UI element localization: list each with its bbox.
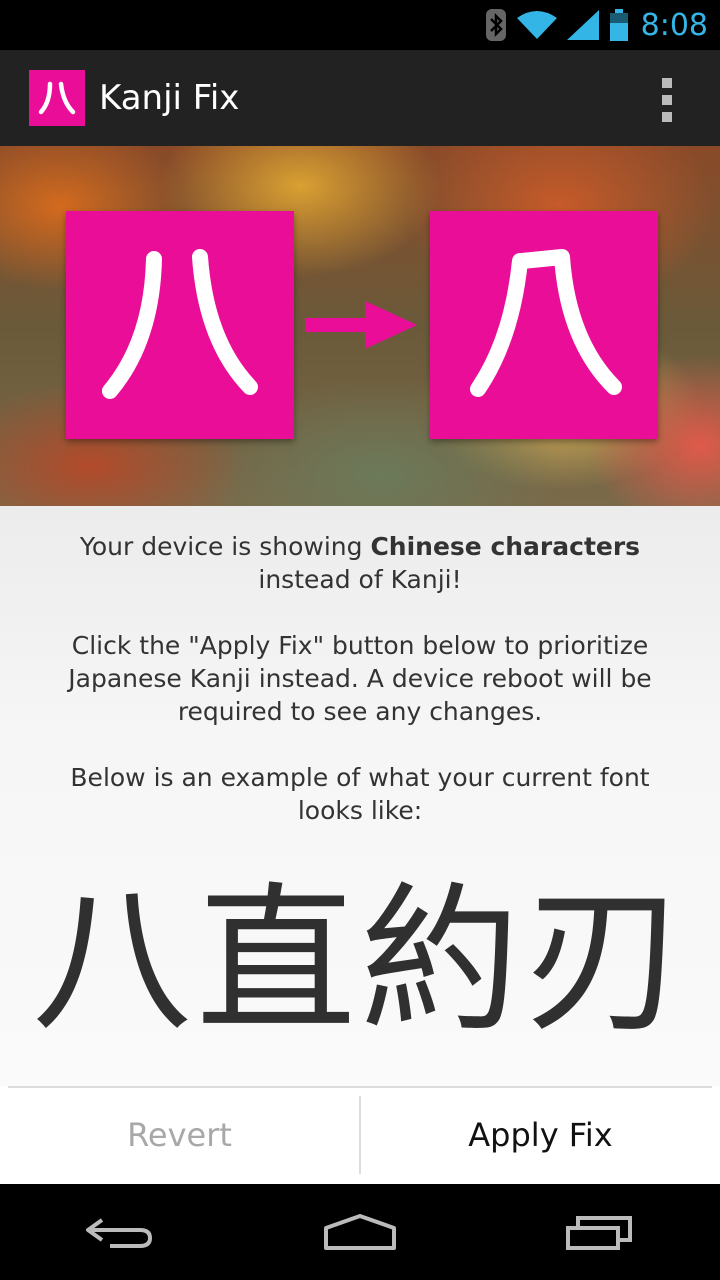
app-logo-icon[interactable] [29, 70, 85, 126]
overflow-menu-icon[interactable] [660, 78, 674, 122]
system-nav-bar [0, 1184, 720, 1280]
action-bar: Kanji Fix [0, 50, 720, 146]
japanese-glyph-tile [430, 211, 658, 439]
main-content: Your device is showing Chinese character… [0, 506, 720, 1086]
bluetooth-icon [485, 8, 507, 42]
revert-button[interactable]: Revert [0, 1086, 359, 1184]
signal-icon [566, 10, 599, 40]
arrow-right-icon [305, 301, 417, 353]
sample-font-preview: 八直約刃 [31, 867, 688, 1054]
app-title: Kanji Fix [99, 78, 240, 118]
apply-fix-button[interactable]: Apply Fix [361, 1086, 720, 1184]
home-icon[interactable] [300, 1192, 420, 1272]
status-bar: 8:08 [0, 0, 720, 50]
recents-icon[interactable] [540, 1192, 660, 1272]
example-caption: Below is an example of what your current… [70, 763, 650, 825]
chinese-glyph-tile [66, 211, 294, 439]
hero-banner [0, 146, 720, 506]
instruction-message: Click the "Apply Fix" button below to pr… [68, 631, 652, 726]
message-block: Your device is showing Chinese character… [40, 530, 680, 827]
back-icon[interactable] [60, 1192, 180, 1272]
battery-icon [609, 9, 629, 41]
wifi-icon [516, 10, 557, 40]
status-time: 8:08 [640, 7, 708, 43]
status-message: Your device is showing Chinese character… [79, 532, 641, 594]
button-bar: Revert Apply Fix [0, 1086, 720, 1184]
